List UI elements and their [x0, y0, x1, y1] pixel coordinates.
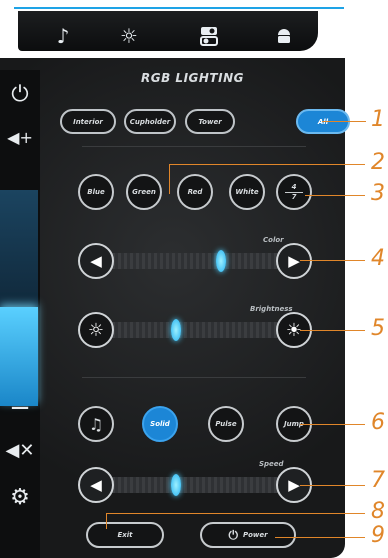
- callout-number-5: 5: [371, 316, 385, 341]
- power-button[interactable]: ⏻ Power: [200, 522, 296, 548]
- volume-up-icon[interactable]: ◀+: [0, 128, 40, 147]
- volume-fill: [0, 306, 38, 406]
- pager-current: 4: [291, 182, 297, 191]
- color-slider-thumb[interactable]: [215, 250, 226, 272]
- android-icon[interactable]: [271, 23, 297, 49]
- power-label: Power: [242, 531, 268, 539]
- callout-line-5: [300, 330, 365, 331]
- divider: [82, 146, 306, 147]
- mute-icon[interactable]: ◀✕: [0, 440, 40, 461]
- page-title: RGB LIGHTING: [141, 71, 244, 85]
- callout-line-2-vertical: [169, 164, 170, 194]
- brightness-low-sun-icon[interactable]: ☼: [78, 312, 114, 348]
- mode-solid-button[interactable]: Solid: [142, 406, 178, 442]
- zone-tower-button[interactable]: Tower: [185, 109, 235, 134]
- sun-icon[interactable]: ☼: [116, 23, 142, 49]
- settings-gear-icon[interactable]: ⚙: [0, 485, 40, 510]
- callout-line-7: [300, 485, 365, 486]
- mode-pulse-button[interactable]: Pulse: [208, 406, 244, 442]
- color-right-arrow-icon[interactable]: ▶: [276, 243, 312, 279]
- brightness-slider-track[interactable]: [106, 322, 280, 338]
- color-pager[interactable]: 4 7: [276, 174, 312, 210]
- music-mode-icon[interactable]: ♫: [78, 406, 114, 442]
- color-slider-track[interactable]: [106, 253, 280, 269]
- speed-slider-label: Speed: [259, 460, 284, 468]
- callout-line-8: [106, 513, 365, 514]
- callout-line-6: [300, 424, 365, 425]
- callout-number-3: 3: [371, 181, 385, 206]
- color-left-arrow-icon[interactable]: ◀: [78, 243, 114, 279]
- color-red-button[interactable]: Red: [177, 174, 213, 210]
- exit-label: Exit: [117, 531, 133, 539]
- color-white-button[interactable]: White: [229, 174, 265, 210]
- callout-line-4: [300, 260, 365, 261]
- callout-number-7: 7: [371, 468, 385, 493]
- callout-line-9: [275, 537, 365, 538]
- color-blue-button[interactable]: Blue: [78, 174, 114, 210]
- volume-down-icon[interactable]: −: [0, 393, 40, 423]
- speed-left-arrow-icon[interactable]: ◀: [78, 467, 114, 503]
- volume-track[interactable]: [0, 190, 38, 310]
- exit-button[interactable]: Exit: [86, 522, 164, 548]
- zone-interior-button[interactable]: Interior: [60, 109, 116, 134]
- callout-number-4: 4: [371, 246, 385, 271]
- callout-number-6: 6: [371, 410, 385, 435]
- zone-cupholder-button[interactable]: Cupholder: [124, 109, 176, 134]
- top-tab-bar: ♪ ☼: [18, 11, 318, 51]
- callout-number-1: 1: [371, 107, 385, 132]
- power-icon: ⏻: [228, 527, 238, 542]
- power-icon[interactable]: ⏻: [0, 82, 40, 107]
- pager-total: 7: [291, 192, 297, 201]
- brightness-slider-thumb[interactable]: [170, 319, 181, 341]
- toggle-icon[interactable]: [196, 23, 222, 49]
- speed-slider-thumb[interactable]: [170, 474, 181, 496]
- color-slider-label: Color: [263, 236, 284, 244]
- callout-line-8-vertical: [106, 513, 107, 529]
- color-green-button[interactable]: Green: [126, 174, 162, 210]
- callout-number-9: 9: [371, 523, 385, 548]
- callout-number-2: 2: [371, 150, 385, 175]
- brightness-slider-label: Brightness: [250, 305, 293, 313]
- callout-number-8: 8: [371, 499, 385, 524]
- divider: [82, 377, 306, 378]
- speed-slider-track[interactable]: [106, 477, 280, 493]
- callout-line-3: [305, 195, 365, 196]
- top-accent-line: [14, 7, 344, 9]
- callout-line-1: [322, 121, 366, 122]
- music-note-icon[interactable]: ♪: [50, 23, 76, 49]
- callout-line-2: [169, 164, 365, 165]
